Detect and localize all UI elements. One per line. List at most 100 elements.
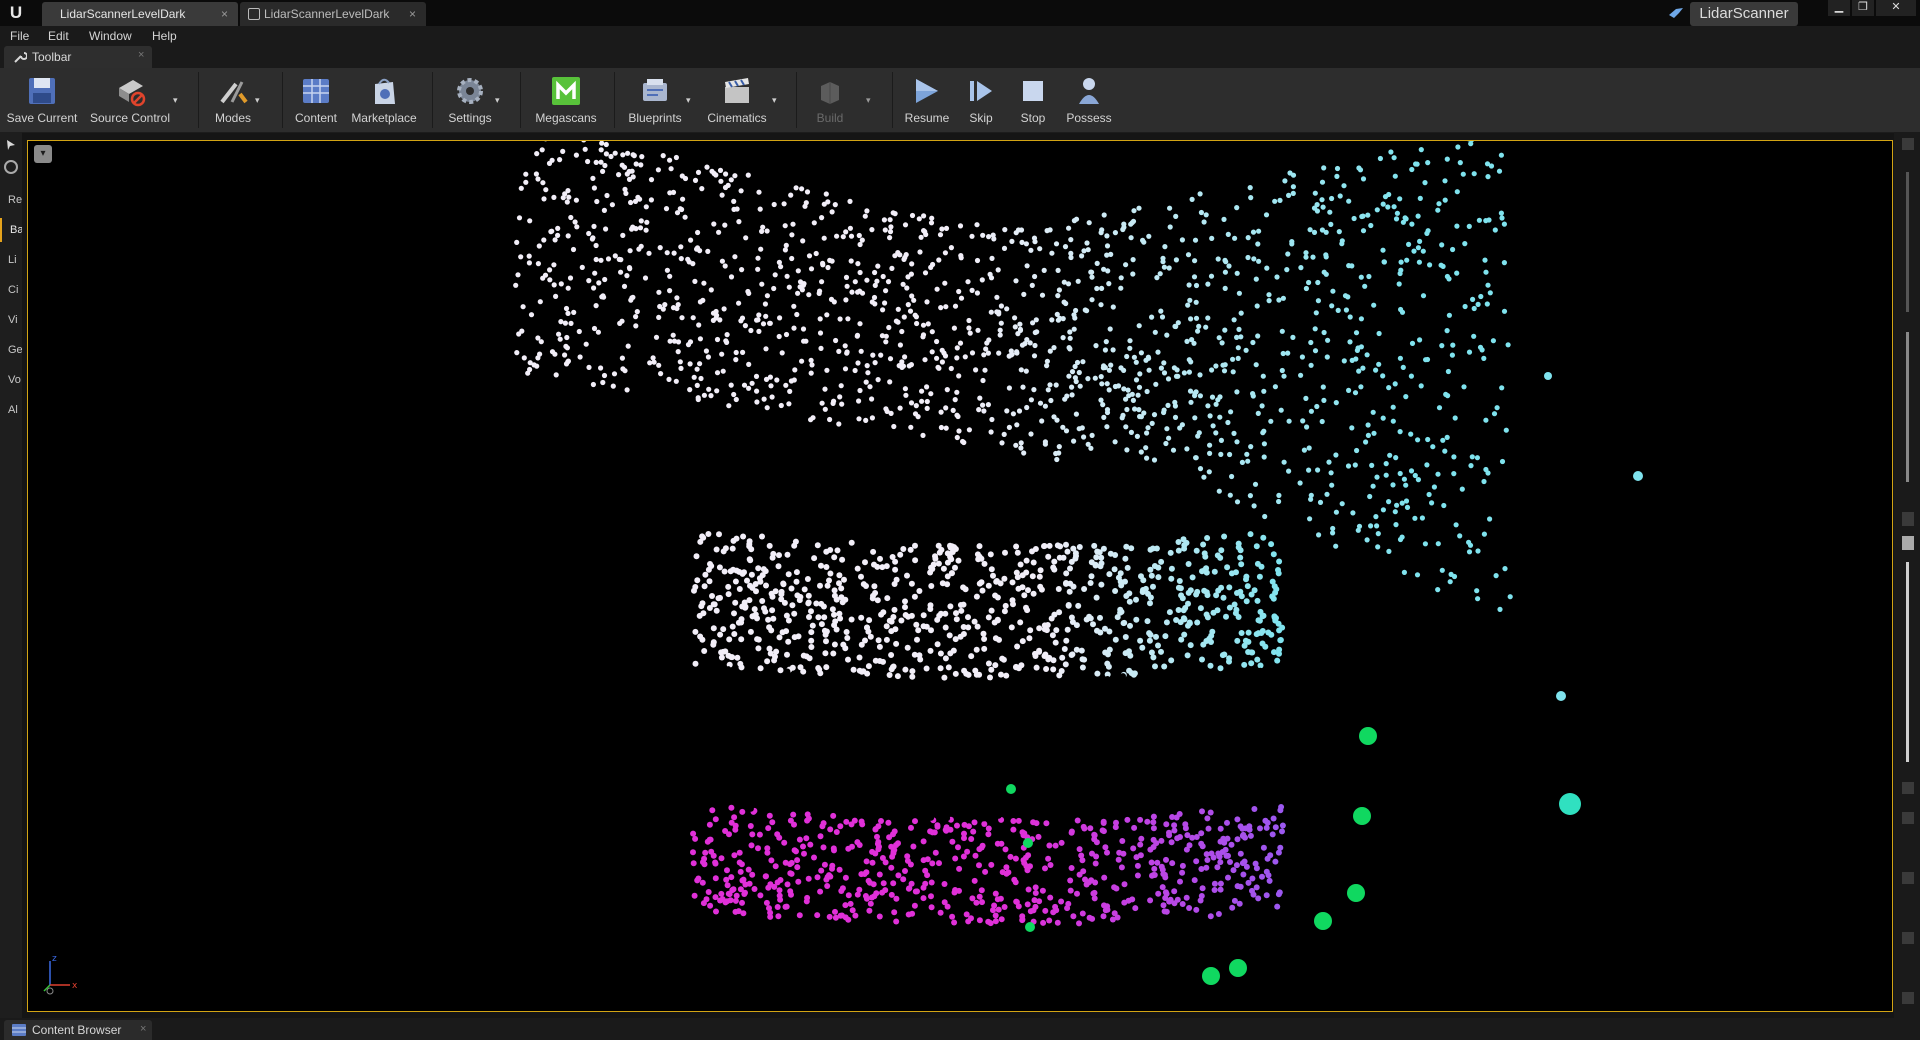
tab-close-button[interactable]: × (138, 49, 144, 61)
panel-tab-handle[interactable] (1902, 138, 1914, 150)
left-tab-recent[interactable]: Re (0, 188, 22, 212)
outliner-scrollbar[interactable] (1906, 172, 1909, 312)
panel-search-icon[interactable] (1902, 536, 1914, 550)
search-icon[interactable] (4, 160, 18, 174)
lidar-point (1006, 385, 1013, 391)
lidar-point (1136, 734, 1143, 741)
panel-tab-handle[interactable] (1902, 872, 1914, 884)
modes-button[interactable]: Modes (204, 68, 262, 132)
tab-close-button[interactable]: × (140, 1023, 146, 1035)
left-tab-geometry[interactable]: Ge (0, 338, 22, 362)
place-mode-icon[interactable] (4, 138, 18, 152)
lidar-point (1041, 678, 1048, 685)
lidar-point (902, 868, 908, 874)
lidar-point (666, 376, 672, 382)
menu-file[interactable]: File (10, 29, 29, 43)
lidar-point (551, 262, 557, 268)
modes-dropdown-icon[interactable]: ▾ (255, 96, 263, 105)
details-scrollbar[interactable] (1906, 562, 1909, 762)
panel-tab-handle[interactable] (1902, 992, 1914, 1004)
lidar-point (1444, 434, 1450, 440)
lidar-point (695, 396, 701, 403)
level-viewport[interactable]: ▾ x z (27, 140, 1893, 1012)
lidar-point (1055, 293, 1061, 299)
blueprints-dropdown-icon[interactable]: ▾ (686, 96, 694, 105)
megascans-button[interactable]: Megascans (532, 68, 600, 132)
menu-help[interactable]: Help (152, 29, 177, 43)
panel-tab-handle[interactable] (1902, 512, 1914, 526)
lidar-point (1224, 718, 1231, 725)
left-tab-all-classes[interactable]: Al (0, 398, 22, 422)
lidar-point (1160, 902, 1167, 909)
cinematics-dropdown-icon[interactable]: ▾ (772, 96, 780, 105)
menu-edit[interactable]: Edit (48, 29, 69, 43)
tab-close-button[interactable]: × (221, 2, 228, 26)
possess-button[interactable]: Possess (1064, 68, 1114, 132)
left-tab-basic[interactable]: Ba (0, 218, 22, 242)
panel-scrollbar[interactable] (1906, 332, 1909, 482)
close-window-button[interactable]: ✕ (1876, 0, 1916, 16)
lidar-point (1137, 751, 1144, 757)
lidar-point (1148, 572, 1155, 579)
source-control-dropdown-icon[interactable]: ▾ (173, 96, 181, 105)
tab-level-active[interactable]: LidarScannerLevelDark × (42, 2, 238, 26)
build-button[interactable]: Build (804, 68, 856, 132)
panel-tab-handle[interactable] (1902, 812, 1914, 824)
lidar-point (928, 893, 934, 900)
lidar-point (1245, 235, 1251, 241)
lidar-point (961, 667, 968, 674)
tab-level-secondary[interactable]: LidarScannerLevelDark × (240, 2, 426, 26)
tab-toolbar[interactable]: Toolbar × (4, 46, 152, 68)
left-tab-volumes[interactable]: Vo (0, 368, 22, 392)
build-dropdown-icon[interactable]: ▾ (866, 96, 874, 105)
marketplace-button[interactable]: Marketplace (351, 68, 417, 132)
lidar-point (725, 583, 732, 590)
tab-content-browser[interactable]: Content Browser × (4, 1020, 152, 1040)
lidar-point (1099, 227, 1105, 233)
lidar-point (1203, 589, 1210, 596)
source-control-button[interactable]: Source Control (90, 68, 170, 132)
lidar-point (827, 547, 834, 553)
left-tab-lights[interactable]: Li (0, 248, 22, 272)
lidar-point (862, 213, 868, 219)
left-tab-visual-effects[interactable]: Vi (0, 308, 22, 332)
lidar-point (1014, 549, 1021, 556)
lidar-point (678, 256, 684, 262)
lidar-point (911, 593, 918, 600)
lidar-point (1498, 152, 1504, 158)
source-control-bird-icon[interactable] (1668, 5, 1684, 21)
lidar-point (1022, 786, 1029, 793)
lidar-point (980, 232, 986, 238)
settings-button[interactable]: Settings (442, 68, 498, 132)
lidar-point (687, 387, 693, 393)
save-current-button[interactable]: Save Current (7, 68, 77, 132)
viewport-options-dropdown[interactable]: ▾ (34, 145, 52, 163)
lidar-point (1239, 459, 1245, 465)
lidar-point (1275, 743, 1282, 750)
lidar-point (1198, 840, 1205, 847)
minimize-button[interactable]: ▁ (1828, 0, 1850, 16)
lidar-point (1009, 238, 1015, 244)
lidar-point (693, 698, 700, 705)
lidar-point (701, 648, 708, 654)
tab-close-button[interactable]: × (409, 2, 416, 26)
panel-tab-handle[interactable] (1902, 782, 1914, 794)
menu-window[interactable]: Window (89, 29, 132, 43)
lidar-point (1175, 607, 1182, 613)
panel-tab-handle[interactable] (1902, 932, 1914, 944)
lidar-point (865, 877, 872, 884)
lidar-point (1161, 663, 1168, 670)
lidar-point (1076, 544, 1083, 550)
lidar-point (1326, 459, 1332, 465)
lidar-point (1269, 705, 1276, 712)
lidar-point (1356, 523, 1363, 529)
restore-button[interactable]: ❐ (1852, 0, 1874, 16)
left-tab-cinematic[interactable]: Ci (0, 278, 22, 302)
lidar-point (690, 849, 696, 856)
blueprints-button[interactable]: Blueprints (624, 68, 686, 132)
cinematics-button[interactable]: Cinematics (704, 68, 770, 132)
lidar-point (856, 416, 862, 422)
settings-dropdown-icon[interactable]: ▾ (495, 96, 503, 105)
lidar-point (581, 141, 587, 143)
lidar-point (1058, 716, 1065, 723)
